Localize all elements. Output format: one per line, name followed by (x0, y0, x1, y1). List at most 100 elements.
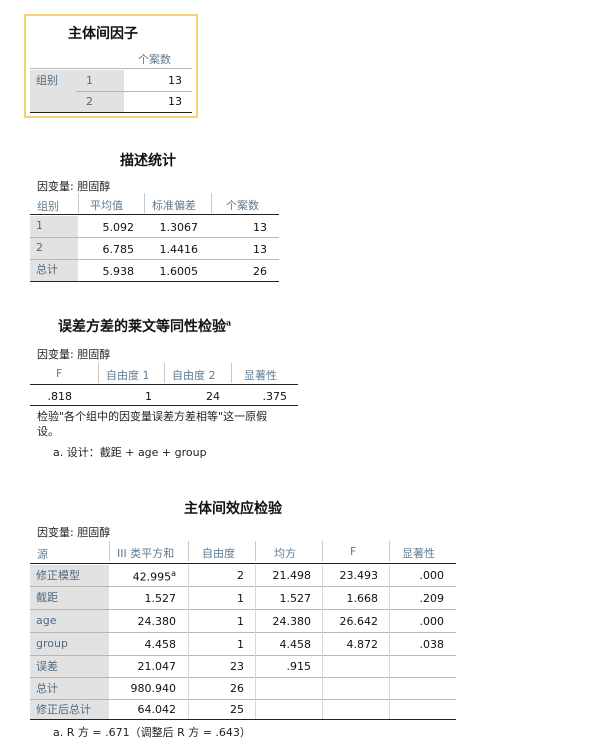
design-footnote: a. 设计：截距 + age + group (53, 446, 207, 459)
f-value: .818 (47, 390, 73, 403)
count-value: 13 (253, 243, 267, 256)
sd-value: 1.6005 (159, 265, 199, 278)
source-label: age (30, 610, 109, 632)
ss-value: 64.042 (137, 703, 177, 716)
row-label: 2 (30, 238, 78, 259)
dependent-variable-label: 因变量: 胆固醇 (37, 348, 111, 361)
ms-value: 4.458 (279, 638, 312, 651)
column-header: 自由度 1 (106, 369, 150, 382)
column-header: III 类平方和 (117, 547, 175, 560)
column-header: 源 (37, 548, 48, 561)
group-row-label: 组别 (30, 70, 76, 112)
divider (30, 405, 298, 406)
column-header: F (56, 367, 63, 380)
column-header: 显著性 (244, 369, 277, 382)
df1-value: 1 (145, 390, 152, 403)
source-label: 截距 (30, 587, 109, 609)
column-header: 组别 (37, 200, 59, 213)
between-subjects-effects-title: 主体间效应检验 (184, 501, 282, 517)
df-value: 25 (230, 703, 244, 716)
level-label: 1 (76, 70, 124, 91)
ms-value: .915 (286, 660, 312, 673)
column-header: F (350, 545, 357, 558)
descriptive-stats-title: 描述统计 (120, 153, 176, 169)
column-header: 平均值 (90, 199, 123, 212)
divider (30, 112, 192, 113)
divider (109, 541, 110, 561)
ss-footnote-marker: a (171, 569, 176, 578)
divider (389, 565, 390, 719)
sig-value: .209 (419, 592, 445, 605)
column-header: 自由度 2 (172, 369, 216, 382)
ss-value: 4.458 (144, 638, 177, 651)
df2-value: 24 (206, 390, 220, 403)
ss-value: 980.940 (130, 682, 177, 695)
mean-value: 5.938 (102, 265, 135, 278)
column-header: 显著性 (402, 547, 435, 560)
source-label: 误差 (30, 656, 109, 677)
ss-value: 42.995a (112, 569, 176, 584)
f-value: 23.493 (339, 569, 379, 582)
row-label: 总计 (30, 260, 78, 281)
divider (164, 363, 165, 383)
divider (30, 214, 279, 215)
df-value: 26 (230, 682, 244, 695)
divider (30, 719, 456, 720)
df-value: 1 (237, 638, 244, 651)
sd-value: 1.4416 (159, 243, 199, 256)
divider (188, 565, 189, 719)
ms-value: 1.527 (279, 592, 312, 605)
ss-value: 1.527 (144, 592, 177, 605)
divider (30, 563, 456, 564)
divider (255, 541, 256, 561)
ss-value: 24.380 (137, 615, 177, 628)
column-header: 个案数 (226, 199, 259, 212)
ss-number: 42.995 (132, 570, 172, 584)
divider (389, 541, 390, 561)
count-value: 26 (253, 265, 267, 278)
sig-value: .375 (262, 390, 288, 403)
divider (98, 363, 99, 383)
divider (30, 68, 192, 69)
df-value: 23 (230, 660, 244, 673)
count-column-header: 个案数 (138, 53, 171, 66)
count-value: 13 (253, 221, 267, 234)
ms-value: 24.380 (272, 615, 312, 628)
divider (255, 565, 256, 719)
divider (78, 193, 79, 213)
column-header: 自由度 (202, 547, 235, 560)
test-note: 检验"各个组中的因变量误差方差相等"这一原假 (37, 410, 268, 423)
sig-value: .000 (419, 569, 445, 582)
level-label: 2 (76, 92, 124, 112)
sig-value: .000 (419, 615, 445, 628)
sig-value: .038 (419, 638, 445, 651)
dependent-variable-label: 因变量: 胆固醇 (37, 180, 111, 193)
divider (144, 193, 145, 213)
between-subjects-factors-title: 主体间因子 (68, 26, 138, 42)
f-value: 26.642 (339, 615, 379, 628)
dependent-variable-label: 因变量: 胆固醇 (37, 526, 111, 539)
source-label: 修正模型 (30, 565, 109, 586)
sd-value: 1.3067 (159, 221, 199, 234)
df-value: 2 (237, 569, 244, 582)
divider (231, 363, 232, 383)
divider (188, 541, 189, 561)
title-footnote-marker: a (226, 317, 232, 328)
levene-test-title: 误差方差的莱文等同性检验a (58, 316, 231, 336)
source-label: group (30, 633, 109, 655)
row-label: 1 (30, 216, 78, 237)
column-header: 标准偏差 (152, 199, 196, 212)
divider (30, 384, 298, 385)
count-value: 13 (168, 74, 182, 87)
mean-value: 5.092 (102, 221, 135, 234)
divider (322, 565, 323, 719)
divider (322, 541, 323, 561)
levene-title-text: 误差方差的莱文等同性检验 (58, 319, 226, 335)
count-value: 13 (168, 95, 182, 108)
source-label: 修正后总计 (30, 700, 109, 719)
f-value: 4.872 (346, 638, 379, 651)
source-label: 总计 (30, 678, 109, 699)
mean-value: 6.785 (102, 243, 135, 256)
df-value: 1 (237, 615, 244, 628)
test-note-cont: 设。 (37, 425, 59, 438)
